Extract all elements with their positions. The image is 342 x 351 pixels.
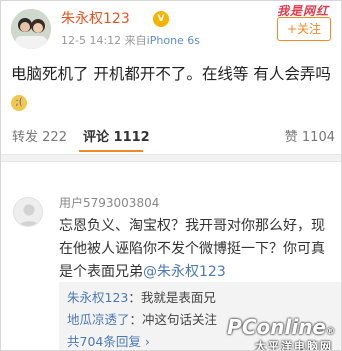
reply-username[interactable]: 朱永权123 bbox=[67, 290, 128, 305]
comment-text: 忘恩负义、淘宝权？我开哥对你那么好，现在他被人诬陷你不发个微博挺一下？你可真是个… bbox=[59, 215, 335, 284]
like-count: 1104 bbox=[301, 130, 335, 145]
post-source[interactable]: iPhone 6s bbox=[147, 34, 200, 47]
section-divider bbox=[1, 154, 341, 162]
registered-mark: ® bbox=[326, 327, 335, 337]
post-header: 朱永权123 V 12-5 14:12 来自iPhone 6s 我是网红 +关注 bbox=[1, 1, 341, 57]
crying-emoji-icon: ;( bbox=[11, 95, 27, 111]
reply-username[interactable]: 地瓜凉透了 bbox=[67, 312, 130, 327]
reply-item: 朱永权123：我就是表面兄 bbox=[67, 287, 341, 309]
comment-label: 评论 bbox=[83, 130, 110, 145]
post-body-text: 电脑死机了 开机都开不了。在线等 有人会弄吗 bbox=[11, 65, 331, 83]
commenter-avatar[interactable] bbox=[13, 197, 43, 227]
comment-count: 1112 bbox=[113, 130, 150, 145]
repost-tab[interactable]: 转发 222 bbox=[12, 129, 67, 147]
default-avatar-icon bbox=[18, 204, 40, 226]
like-label: 赞 bbox=[284, 130, 298, 145]
active-tab-indicator bbox=[79, 150, 143, 152]
repost-count: 222 bbox=[42, 130, 67, 145]
pconline-subtitle: 太平洋电脑网 bbox=[255, 340, 333, 351]
comment-tab[interactable]: 评论 1112 bbox=[83, 129, 150, 147]
post-action-bar: 转发 222 评论 1112 赞 1104 bbox=[1, 123, 341, 153]
post-body: 电脑死机了 开机都开不了。在线等 有人会弄吗 ;( bbox=[11, 62, 333, 111]
author-username[interactable]: 朱永权123 bbox=[61, 10, 130, 28]
like-tab[interactable]: 赞 1104 bbox=[285, 129, 335, 147]
post-meta: 12-5 14:12 来自iPhone 6s bbox=[61, 34, 200, 48]
repost-label: 转发 bbox=[12, 130, 39, 145]
pconline-logo-text: PConline bbox=[227, 315, 326, 339]
post-source-prefix: 来自 bbox=[124, 34, 147, 47]
pconline-watermark: PConline® 太平洋电脑网 bbox=[195, 315, 335, 351]
follow-button[interactable]: +关注 bbox=[277, 17, 331, 41]
comment-mention[interactable]: @朱永权123 bbox=[143, 264, 226, 280]
avatar-photo-icon bbox=[11, 9, 51, 49]
weibo-post-screen: 朱永权123 V 12-5 14:12 来自iPhone 6s 我是网红 +关注… bbox=[0, 0, 342, 351]
post-timestamp: 12-5 14:12 bbox=[61, 34, 122, 47]
pconline-logo: PConline® bbox=[227, 315, 335, 339]
author-avatar[interactable] bbox=[11, 9, 51, 49]
reply-text: ：我就是表面兄 bbox=[128, 290, 216, 305]
vip-badge-icon: V bbox=[153, 11, 169, 27]
commenter-username[interactable]: 用户5793003804 bbox=[59, 195, 159, 211]
